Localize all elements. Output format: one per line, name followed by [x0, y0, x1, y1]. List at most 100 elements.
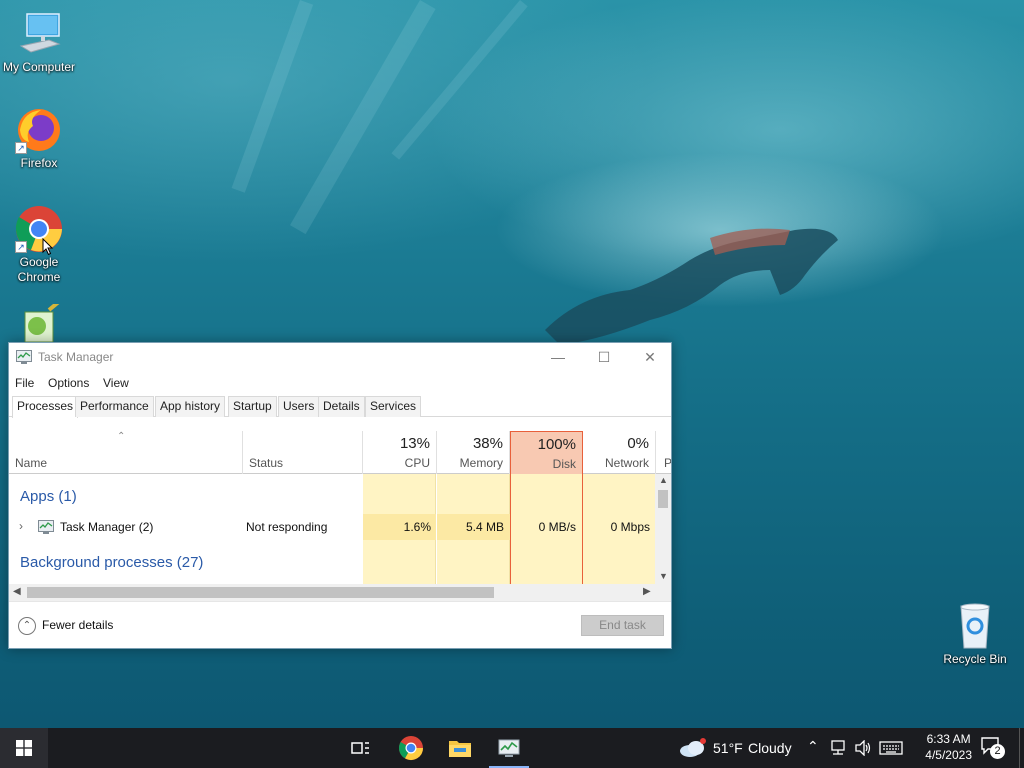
- group-title-apps: Apps (1): [20, 488, 77, 505]
- clock-date: 4/5/2023: [925, 748, 972, 762]
- light-ray: [231, 0, 314, 193]
- notepad-plus-plus-icon: [15, 298, 63, 343]
- cpu-total-percent: 13%: [399, 435, 430, 452]
- disk-total-percent: 100%: [537, 436, 576, 453]
- show-desktop-strip[interactable]: [1019, 728, 1024, 768]
- desktop-icon-label: Recycle Bin: [943, 652, 1007, 666]
- menu-view[interactable]: View: [103, 376, 129, 390]
- scroll-down-icon[interactable]: ▼: [659, 571, 668, 581]
- clock-time: 6:33 AM: [926, 732, 971, 746]
- minimize-button[interactable]: —: [535, 343, 581, 372]
- process-network: 0 Mbps: [610, 520, 650, 534]
- title-bar[interactable]: Task Manager — ☐ ✕: [9, 343, 671, 372]
- task-view-icon[interactable]: [346, 734, 374, 762]
- desktop-icon-label: Google Chrome: [17, 255, 61, 284]
- monitor-icon: [15, 10, 63, 58]
- close-button[interactable]: ✕: [627, 343, 673, 372]
- desktop-icon-label: Firefox: [20, 156, 58, 170]
- task-manager-window[interactable]: Task Manager — ☐ ✕ File Options View Pro…: [8, 342, 672, 649]
- tab-startup[interactable]: Startup: [228, 396, 277, 417]
- maximize-button[interactable]: ☐: [581, 343, 627, 372]
- menu-options[interactable]: Options: [48, 376, 89, 390]
- chevron-up-icon: ⌃: [18, 617, 36, 635]
- notification-center-button[interactable]: 2: [980, 736, 1008, 760]
- weather-condition[interactable]: Cloudy: [748, 740, 792, 756]
- scroll-thumb[interactable]: [658, 490, 668, 508]
- tab-processes[interactable]: Processes: [12, 396, 79, 418]
- column-header-label: Name: [15, 456, 48, 470]
- expand-chevron-icon[interactable]: ›: [19, 519, 23, 533]
- network-total-percent: 0%: [627, 435, 649, 452]
- group-title-background-processes: Background processes (27): [20, 554, 204, 571]
- fewer-details-button[interactable]: ⌃ Fewer details: [18, 617, 113, 635]
- column-header-status[interactable]: Status: [243, 431, 363, 474]
- tab-services[interactable]: Services: [365, 396, 422, 417]
- process-name: Task Manager (2): [60, 520, 154, 534]
- column-header-label: Status: [249, 456, 284, 470]
- desktop-icon-my-computer[interactable]: My Computer: [0, 10, 78, 75]
- column-header-power-partial[interactable]: P: [656, 431, 671, 474]
- column-header-label: Network: [604, 456, 649, 470]
- start-button[interactable]: [0, 728, 48, 768]
- column-header-memory[interactable]: 38% Memory: [437, 431, 510, 474]
- column-header-disk[interactable]: 100% Disk: [510, 431, 583, 474]
- file-explorer-icon[interactable]: [446, 734, 474, 762]
- column-header-cpu[interactable]: 13% CPU: [363, 431, 437, 474]
- vertical-scrollbar[interactable]: ▲ ▼: [655, 474, 671, 585]
- horizontal-scrollbar[interactable]: ◀ ▶: [9, 584, 671, 601]
- taskbar: 51°F Cloudy ⌃ 6:33 AM 4/5/2023 2: [0, 728, 1024, 768]
- light-ray: [290, 0, 436, 235]
- column-header-network[interactable]: 0% Network: [583, 431, 656, 474]
- system-clock[interactable]: 6:33 AM 4/5/2023: [925, 731, 972, 763]
- chrome-taskbar-icon[interactable]: [397, 734, 425, 762]
- process-row[interactable]: › Task Manager (2) Not responding 1.6% 5…: [9, 514, 662, 540]
- network-icon[interactable]: [830, 740, 848, 756]
- diver-silhouette: [545, 228, 838, 345]
- column-header-label: Memory: [459, 456, 503, 470]
- weather-temperature[interactable]: 51°F: [713, 740, 743, 756]
- task-manager-icon: [38, 520, 54, 534]
- shortcut-arrow-icon: ↗: [15, 142, 27, 154]
- end-task-button[interactable]: End task: [581, 615, 664, 636]
- tab-app-history[interactable]: App history: [155, 396, 226, 417]
- column-header-label: CPU: [404, 456, 430, 470]
- recycle-bin-icon: [951, 602, 999, 650]
- process-status: Not responding: [246, 520, 328, 534]
- column-header-label: Disk: [552, 457, 576, 471]
- task-manager-icon: [16, 350, 32, 364]
- volume-icon[interactable]: [854, 740, 872, 756]
- tab-performance[interactable]: Performance: [75, 396, 154, 417]
- keyboard-icon[interactable]: [879, 740, 903, 756]
- scroll-right-icon[interactable]: ▶: [643, 586, 651, 597]
- process-memory: 5.4 MB: [465, 520, 504, 534]
- windows-logo-icon: [16, 740, 32, 756]
- cloud-weather-icon[interactable]: [678, 738, 708, 758]
- desktop-icon-notepad-plus-plus[interactable]: [0, 298, 78, 344]
- column-header-label: P: [664, 456, 671, 470]
- memory-total-percent: 38%: [472, 435, 503, 452]
- scroll-up-icon[interactable]: ▲: [659, 475, 668, 485]
- desktop-icon-firefox[interactable]: ↗ Firefox: [0, 106, 78, 171]
- tab-strip: Processes Performance App history Startu…: [9, 394, 671, 418]
- show-hidden-icons-chevron-icon[interactable]: ⌃: [807, 738, 819, 755]
- column-header-name[interactable]: ⌃ Name: [9, 431, 243, 474]
- column-header-row: ⌃ Name Status 13% CPU 38% Memory 100% Di…: [9, 431, 671, 474]
- menu-file[interactable]: File: [15, 376, 34, 390]
- process-cpu: 1.6%: [403, 520, 431, 534]
- tab-details[interactable]: Details: [318, 396, 365, 417]
- task-manager-taskbar-icon[interactable]: [495, 734, 523, 762]
- scroll-thumb[interactable]: [27, 587, 494, 598]
- scroll-left-icon[interactable]: ◀: [13, 586, 21, 597]
- sort-up-icon: ⌃: [117, 431, 126, 442]
- fewer-details-label: Fewer details: [42, 618, 114, 633]
- process-disk: 0 MB/s: [538, 520, 576, 534]
- tab-users[interactable]: Users: [278, 396, 320, 417]
- minimize-icon: —: [551, 349, 565, 365]
- close-icon: ✕: [644, 349, 656, 365]
- desktop-icon-recycle-bin[interactable]: Recycle Bin: [936, 602, 1014, 667]
- mouse-cursor-icon: [42, 238, 54, 256]
- window-footer: ⌃ Fewer details End task: [9, 601, 671, 648]
- chrome-icon: ↗: [15, 205, 63, 253]
- desktop-icon-google-chrome[interactable]: ↗ Google Chrome: [0, 205, 78, 285]
- maximize-icon: ☐: [597, 349, 611, 365]
